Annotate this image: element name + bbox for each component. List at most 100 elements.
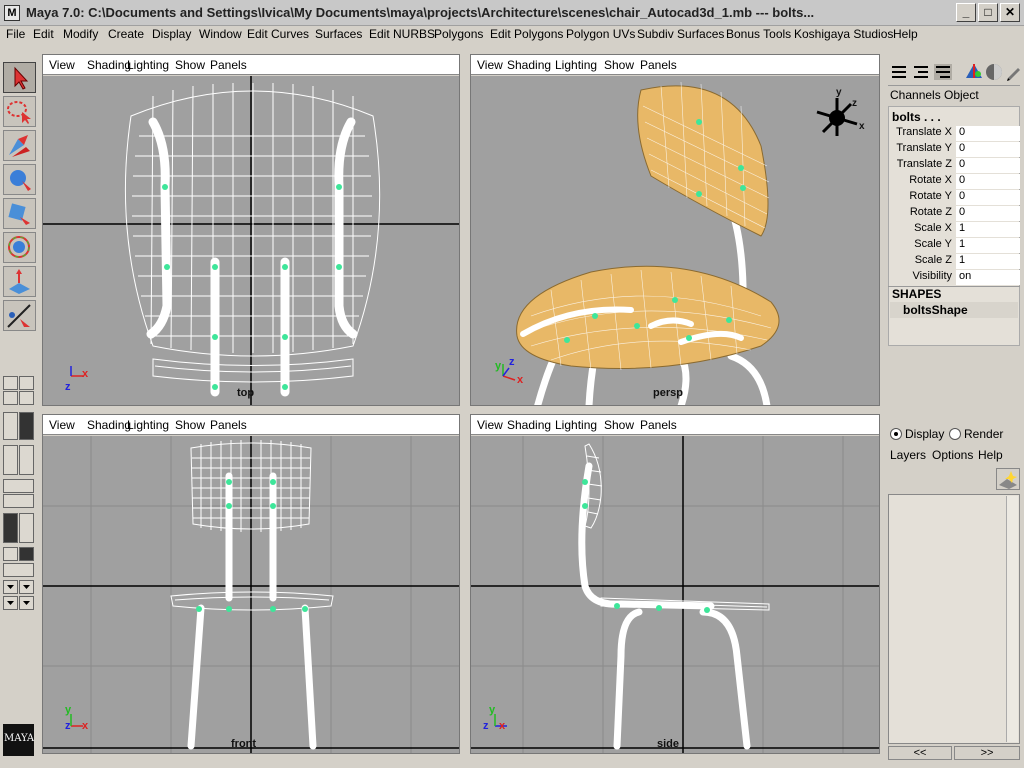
selected-object-name[interactable]: bolts . . .	[892, 110, 941, 124]
vp-menu-panels[interactable]: Panels	[640, 58, 677, 72]
close-button[interactable]: ✕	[1000, 3, 1020, 22]
view-compass-icon[interactable]	[816, 98, 858, 136]
viewport-top-canvas[interactable]: top x z	[43, 76, 459, 405]
layer-menu-options[interactable]: Options	[932, 448, 973, 462]
channel-rotate-x[interactable]: Rotate X 0	[890, 174, 1020, 190]
layout-four-icon[interactable]	[3, 376, 18, 390]
channel-box-icon[interactable]	[890, 64, 908, 80]
vp-menu-shading[interactable]: Shading	[507, 418, 551, 432]
shape-row[interactable]: boltsShape	[890, 302, 1018, 318]
layout-graph-icon[interactable]	[3, 494, 34, 508]
viewport-side-canvas[interactable]: side y z x	[471, 436, 879, 753]
channel-scale-x[interactable]: Scale X 1	[890, 222, 1020, 238]
vp-menu-show[interactable]: Show	[604, 58, 634, 72]
channel-layer-icon[interactable]	[964, 62, 984, 82]
layout-script-icon[interactable]	[19, 547, 34, 561]
layout-grid-icon[interactable]	[3, 391, 18, 405]
channel-value[interactable]: 0	[956, 126, 1020, 141]
menu-edit[interactable]: Edit	[33, 27, 54, 41]
rotate-tool-icon[interactable]	[3, 198, 36, 229]
channel-translate-x[interactable]: Translate X 0	[890, 126, 1020, 142]
channel-value[interactable]: 0	[956, 206, 1020, 221]
channel-value[interactable]: 0	[956, 158, 1020, 173]
tool-settings-icon[interactable]	[934, 64, 952, 80]
vp-menu-panels[interactable]: Panels	[640, 418, 677, 432]
channel-translate-z[interactable]: Translate Z 0	[890, 158, 1020, 174]
new-layer-icon[interactable]	[996, 468, 1020, 490]
layout-hypershade-icon[interactable]	[3, 513, 18, 543]
channel-visibility[interactable]: Visibility on	[890, 270, 1020, 286]
channel-translate-y[interactable]: Translate Y 0	[890, 142, 1020, 158]
vp-menu-shading[interactable]: Shading	[87, 418, 131, 432]
menu-help[interactable]: Help	[893, 27, 918, 41]
vp-menu-panels[interactable]: Panels	[210, 418, 247, 432]
menu-modify[interactable]: Modify	[63, 27, 98, 41]
paint-select-tool-icon[interactable]	[3, 130, 36, 161]
channel-value[interactable]: 1	[956, 254, 1020, 269]
sphere-icon[interactable]	[984, 62, 1004, 82]
scale-tool-icon[interactable]	[3, 232, 36, 263]
manipulator-tool-icon[interactable]	[3, 266, 36, 297]
vp-menu-view[interactable]: View	[49, 58, 75, 72]
vp-menu-view[interactable]: View	[477, 418, 503, 432]
maya-app-icon[interactable]: M	[4, 5, 20, 21]
menu-edit-polygons[interactable]: Edit Polygons	[490, 27, 563, 41]
vp-menu-lighting[interactable]: Lighting	[127, 58, 169, 72]
layout-persp-graph-alt-icon[interactable]	[3, 563, 34, 577]
tab-object[interactable]: Object	[944, 88, 979, 102]
vp-menu-show[interactable]: Show	[175, 418, 205, 432]
menu-subdiv-surfaces[interactable]: Subdiv Surfaces	[637, 27, 724, 41]
vp-menu-lighting[interactable]: Lighting	[555, 58, 597, 72]
menu-window[interactable]: Window	[199, 27, 242, 41]
menu-edit-curves[interactable]: Edit Curves	[247, 27, 309, 41]
vp-menu-show[interactable]: Show	[604, 418, 634, 432]
maximize-button[interactable]: □	[978, 3, 998, 22]
layout-quad-icon[interactable]	[19, 412, 34, 440]
render-radio[interactable]	[949, 428, 961, 440]
viewport-side[interactable]: View Shading Lighting Show Panels side y…	[470, 414, 880, 754]
channel-value[interactable]: 1	[956, 222, 1020, 237]
vp-menu-show[interactable]: Show	[175, 58, 205, 72]
menu-bonus-tools[interactable]: Bonus Tools	[726, 27, 791, 41]
vp-menu-view[interactable]: View	[49, 418, 75, 432]
channel-scale-z[interactable]: Scale Z 1	[890, 254, 1020, 270]
layout-persp-graph-icon[interactable]	[3, 479, 34, 493]
viewport-front[interactable]: View Shading Lighting Show Panels front …	[42, 414, 460, 754]
lasso-tool-icon[interactable]	[3, 96, 36, 127]
viewport-front-canvas[interactable]: front y z x	[43, 436, 459, 753]
channel-value[interactable]: 1	[956, 238, 1020, 253]
vp-menu-shading[interactable]: Shading	[87, 58, 131, 72]
vp-menu-lighting[interactable]: Lighting	[127, 418, 169, 432]
channel-value[interactable]: on	[956, 270, 1020, 285]
menu-polygons[interactable]: Polygons	[434, 27, 483, 41]
layout-outliner-icon[interactable]	[3, 445, 18, 475]
display-radio[interactable]	[890, 428, 902, 440]
channel-value[interactable]: 0	[956, 142, 1020, 157]
channel-value[interactable]: 0	[956, 190, 1020, 205]
channel-rotate-z[interactable]: Rotate Z 0	[890, 206, 1020, 222]
menu-edit-nurbs[interactable]: Edit NURBS	[369, 27, 435, 41]
channel-scale-y[interactable]: Scale Y 1	[890, 238, 1020, 254]
viewport-persp-canvas[interactable]: y z x persp y z x	[471, 76, 879, 405]
vp-menu-lighting[interactable]: Lighting	[555, 418, 597, 432]
viewport-persp[interactable]: View Shading Lighting Show Panels y z x …	[470, 54, 880, 406]
minimize-button[interactable]: _	[956, 3, 976, 22]
menu-create[interactable]: Create	[108, 27, 144, 41]
move-tool-icon[interactable]	[3, 164, 36, 195]
layout-dropdown-c-icon[interactable]	[3, 596, 18, 610]
layout-hypershade-persp-icon[interactable]	[19, 513, 34, 543]
layer-list-scrollbar[interactable]	[1006, 496, 1018, 742]
channel-value[interactable]: 0	[956, 174, 1020, 189]
layer-next-button[interactable]: >>	[954, 746, 1020, 760]
pencil-icon[interactable]	[1004, 62, 1024, 82]
menu-koshigaya-studios[interactable]: Koshigaya Studios	[794, 27, 893, 41]
layout-dropdown-b-icon[interactable]	[19, 580, 34, 594]
viewport-top[interactable]: View Shading Lighting Show Panels top x …	[42, 54, 460, 406]
layer-menu-help[interactable]: Help	[978, 448, 1003, 462]
menu-polygon-uvs[interactable]: Polygon UVs	[566, 27, 635, 41]
menu-display[interactable]: Display	[152, 27, 191, 41]
layout-dropdown-a-icon[interactable]	[3, 580, 18, 594]
layout-vertical-icon[interactable]	[3, 412, 18, 440]
vp-menu-shading[interactable]: Shading	[507, 58, 551, 72]
layer-list[interactable]	[888, 494, 1020, 744]
